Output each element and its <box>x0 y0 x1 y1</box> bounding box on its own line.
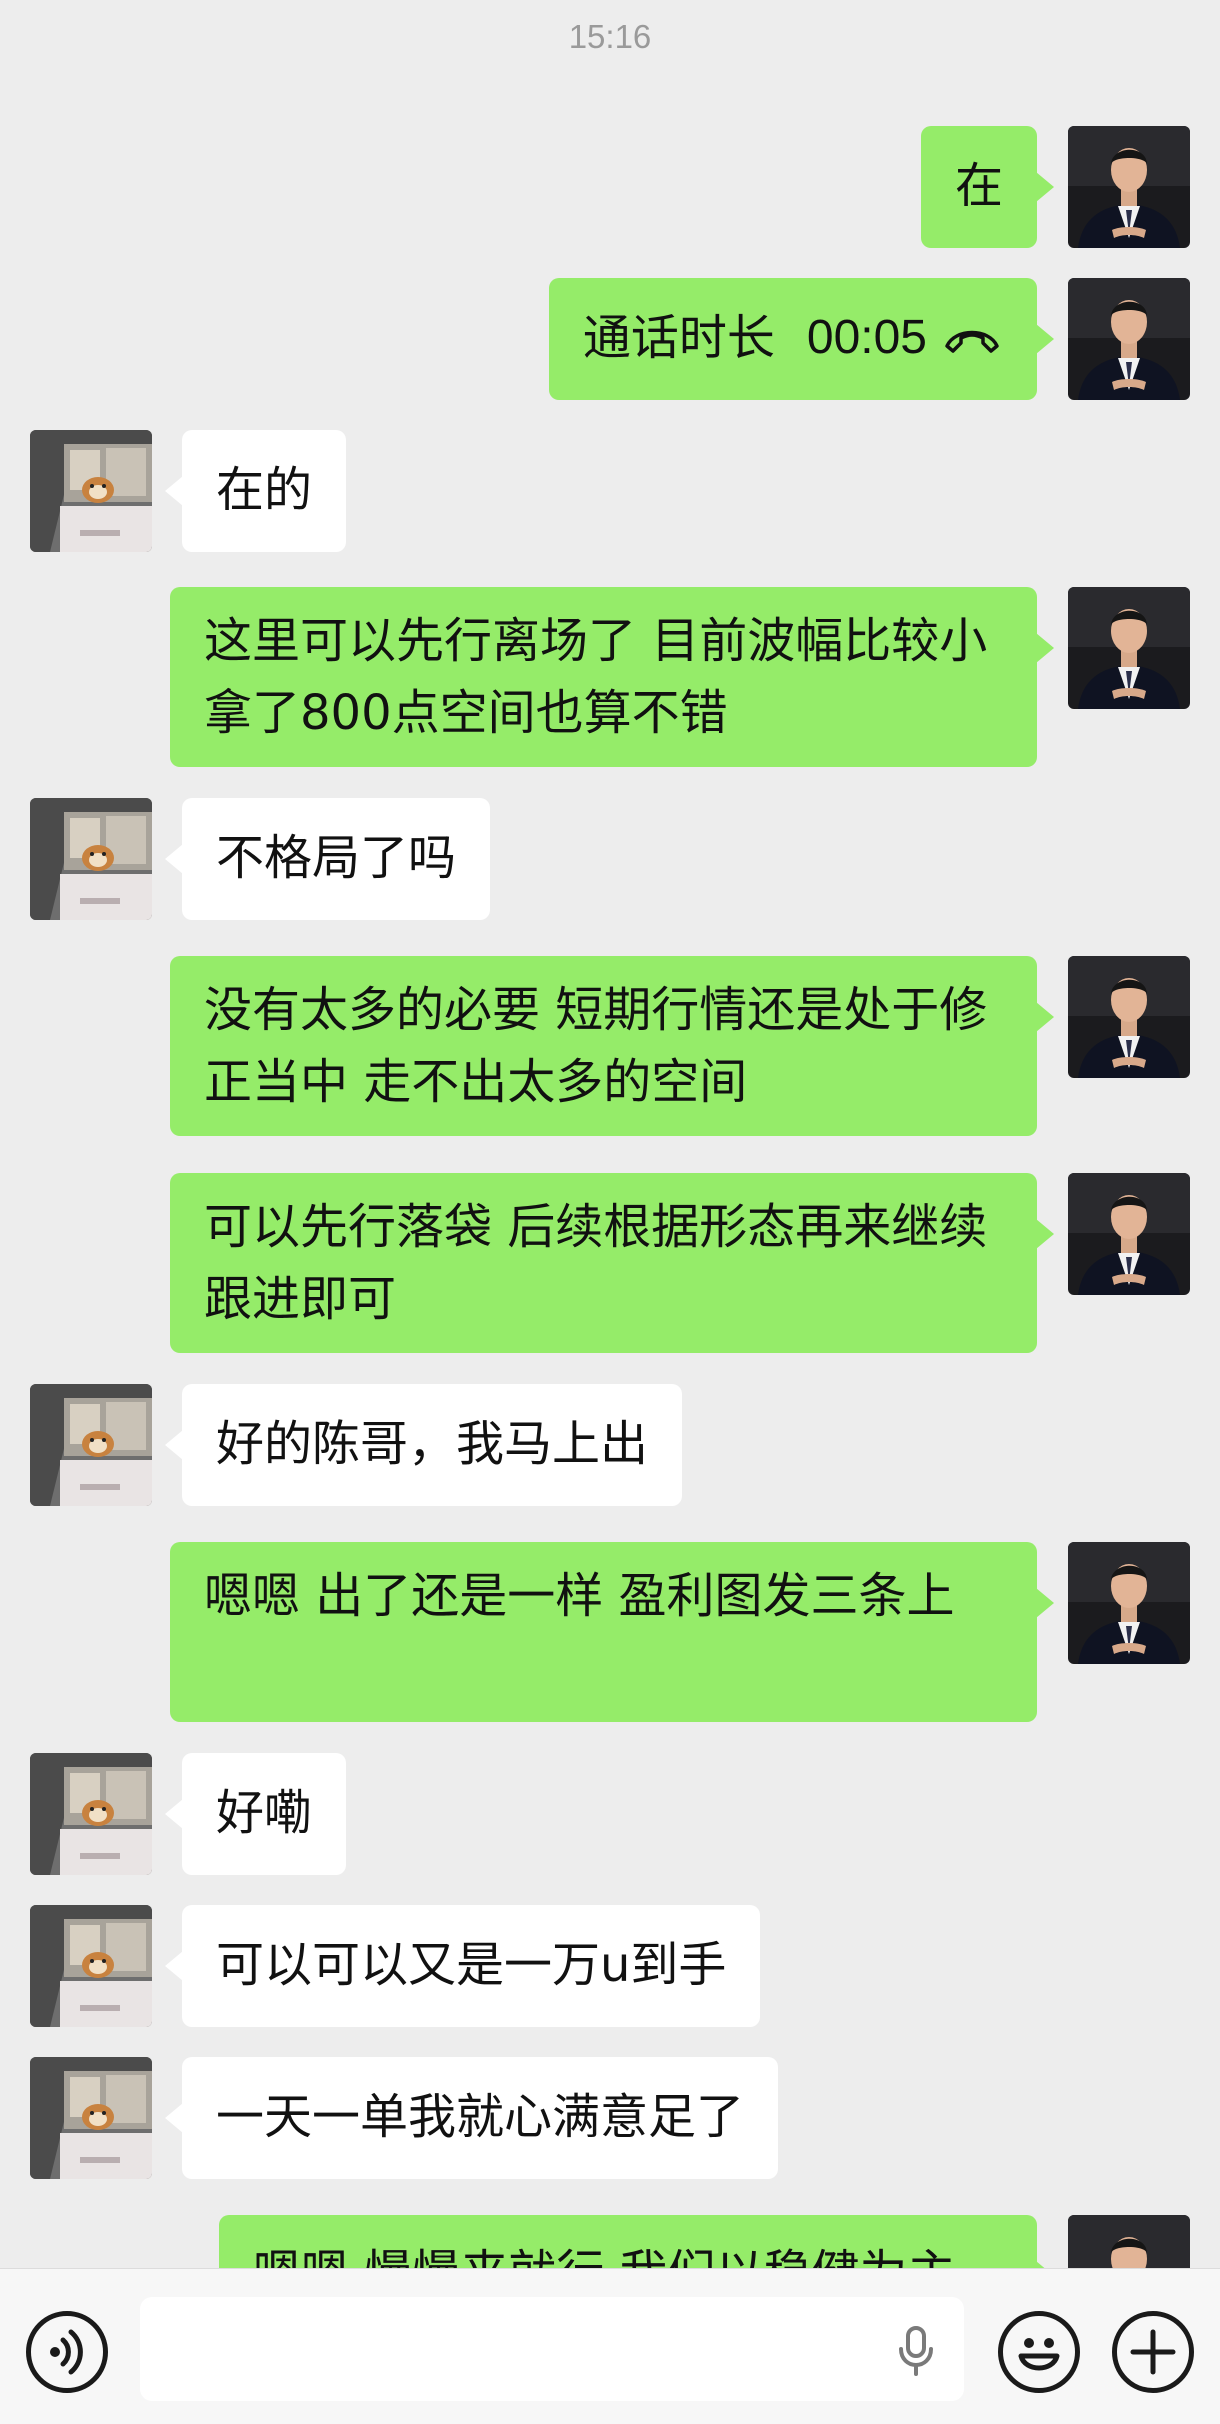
self-avatar[interactable] <box>1068 278 1190 400</box>
message-text: 在 <box>954 158 1003 214</box>
message-text: 可以先行落袋 后续根据形态再来继续跟进即可 <box>204 1199 988 1327</box>
message-text: 好的陈哥，我马上出 <box>216 1416 649 1472</box>
message-text: 好嘞 <box>216 1785 313 1841</box>
self-message-bubble[interactable]: 可以先行落袋 后续根据形态再来继续跟进即可 <box>170 1173 1054 1353</box>
voice-mode-icon <box>50 2329 83 2375</box>
call-duration: 00:05 <box>806 311 927 364</box>
contact-avatar[interactable] <box>30 1384 152 1506</box>
self-avatar[interactable] <box>1068 587 1190 709</box>
self-avatar[interactable] <box>1068 126 1190 248</box>
message-text: 嗯嗯 出了还是一样 盈利图发三条上 <box>204 1568 955 1624</box>
message-text: 这里可以先行离场了 目前波幅比较小 拿了800点空间也算不错 <box>204 613 988 741</box>
phone-hangup-icon <box>945 330 999 353</box>
chat-input-bar <box>0 2268 1220 2424</box>
plus-icon <box>1130 2329 1176 2375</box>
message-text: 一天一单我就心满意足了 <box>216 2089 745 2145</box>
message-text: 没有太多的必要 短期行情还是处于修正当中 走不出太多的空间 <box>204 982 988 1110</box>
status-time: 15:16 <box>568 18 652 55</box>
contact-message-bubble[interactable]: 可以可以又是一万u到手 <box>164 1905 761 2027</box>
contact-avatar[interactable] <box>30 1753 152 1875</box>
self-avatar[interactable] <box>1068 1542 1190 1664</box>
self-avatar[interactable] <box>1068 1173 1190 1295</box>
message-text: 可以可以又是一万u到手 <box>216 1937 727 1993</box>
contact-message-bubble[interactable]: 好的陈哥，我马上出 <box>164 1384 683 1506</box>
message-text: 在的 <box>216 462 313 518</box>
call-label: 通话时长 <box>582 310 775 366</box>
self-message-bubble[interactable]: 这里可以先行离场了 目前波幅比较小 拿了800点空间也算不错 <box>170 587 1054 767</box>
contact-avatar[interactable] <box>30 430 152 552</box>
contact-avatar[interactable] <box>30 798 152 920</box>
message-text: 不格局了吗 <box>216 830 457 886</box>
more-actions-button[interactable] <box>1112 2311 1194 2393</box>
contact-message-bubble[interactable]: 一天一单我就心满意足了 <box>164 2057 779 2179</box>
self-message-bubble[interactable]: 没有太多的必要 短期行情还是处于修正当中 走不出太多的空间 <box>170 956 1054 1136</box>
contact-avatar[interactable] <box>30 1905 152 2027</box>
contact-avatar[interactable] <box>30 2057 152 2179</box>
microphone-icon[interactable] <box>896 2325 936 2377</box>
contact-message-bubble[interactable]: 不格局了吗 <box>164 798 491 920</box>
self-message-bubble[interactable]: 嗯嗯 出了还是一样 盈利图发三条上 <box>170 1542 1054 1722</box>
emoji-icon <box>1018 2338 1060 2371</box>
self-message-bubble[interactable]: 在 <box>920 126 1055 248</box>
contact-message-bubble[interactable]: 在的 <box>164 430 347 552</box>
contact-message-bubble[interactable]: 好嘞 <box>164 1753 347 1875</box>
message-input[interactable] <box>140 2297 964 2401</box>
self-avatar[interactable] <box>1068 956 1190 1078</box>
emoji-button[interactable] <box>998 2311 1080 2393</box>
call-record-bubble[interactable]: 通话时长 00:05 <box>548 278 1055 400</box>
voice-mode-button[interactable] <box>26 2311 108 2393</box>
